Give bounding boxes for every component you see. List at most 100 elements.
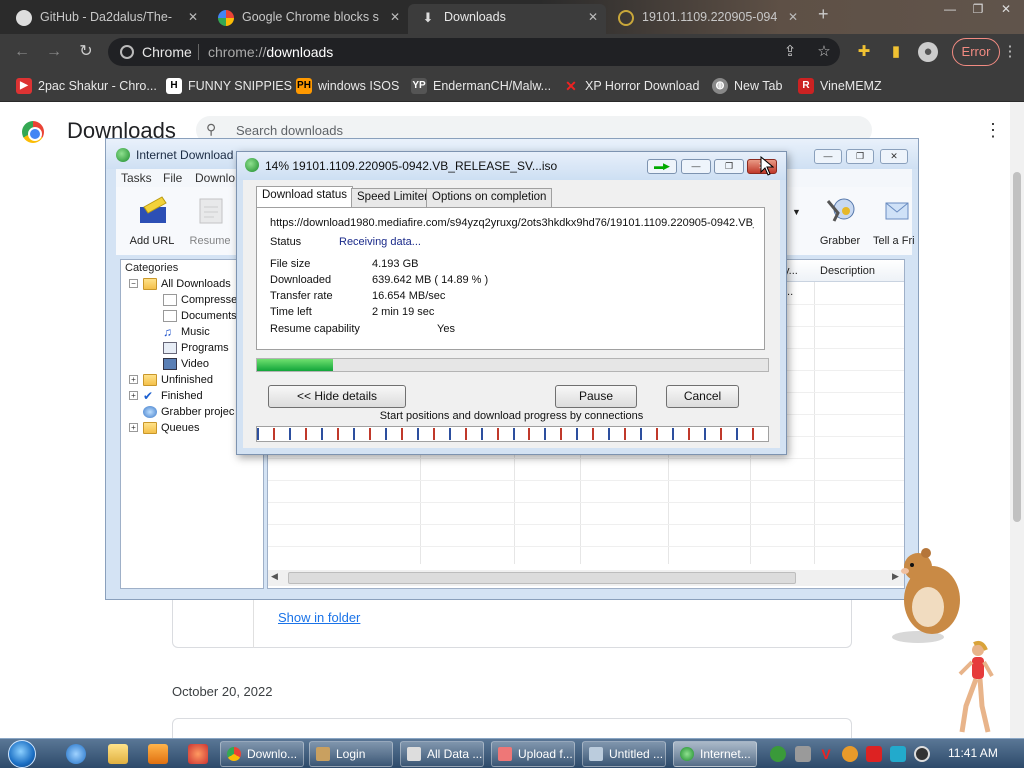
hide-details-button[interactable]: << Hide details: [268, 385, 406, 408]
dialog-title-bar[interactable]: 14% 19101.1109.220905-0942.VB_RELEASE_SV…: [237, 152, 786, 180]
tab-options-on-completion[interactable]: Options on completion: [426, 188, 553, 207]
volume-tray-icon[interactable]: [914, 746, 930, 762]
profile-error-button[interactable]: Error: [952, 38, 1000, 66]
extensions-icon[interactable]: ✚: [854, 42, 874, 62]
app-icon[interactable]: [188, 744, 208, 764]
taskbar-all-data[interactable]: All Data ...: [400, 741, 484, 767]
category-programs[interactable]: Programs: [163, 340, 229, 356]
bookmark-star-icon[interactable]: ☆: [814, 42, 834, 62]
idm-tray-icon[interactable]: [770, 746, 786, 762]
network-tray-icon[interactable]: [795, 746, 811, 762]
category-documents[interactable]: Documents: [163, 308, 237, 324]
maximize-button[interactable]: ❐: [714, 159, 744, 174]
grabber-button[interactable]: Grabber: [808, 191, 872, 251]
category-grabber-projects[interactable]: Grabber projec: [143, 404, 234, 420]
close-window-button[interactable]: ✕: [992, 0, 1020, 20]
new-tab-button[interactable]: +: [818, 4, 829, 25]
back-arrow-icon[interactable]: ←: [12, 42, 32, 62]
scrollbar-thumb[interactable]: [1013, 172, 1021, 522]
menu-file[interactable]: File: [163, 171, 182, 185]
search-icon: ⚲: [206, 121, 217, 137]
show-in-folder-link[interactable]: Show in folder: [278, 610, 360, 625]
column-header-description[interactable]: Description: [820, 265, 875, 277]
display-tray-icon[interactable]: [890, 746, 906, 762]
bookmark-vinememz[interactable]: R VineMEMZ: [798, 76, 882, 96]
category-video[interactable]: Video: [163, 356, 209, 372]
bookmark-2pac[interactable]: ▶ 2pac Shakur - Chro...: [16, 76, 157, 96]
taskbar-upload[interactable]: Upload f...: [491, 741, 575, 767]
tab-speed-limiter[interactable]: Speed Limiter: [351, 188, 434, 207]
close-icon[interactable]: ✕: [390, 4, 400, 30]
page-scrollbar[interactable]: [1010, 102, 1024, 738]
tell-a-friend-button[interactable]: Tell a Fri: [868, 191, 918, 251]
more-options-icon[interactable]: ⋮: [984, 120, 1002, 141]
reload-icon[interactable]: ↻: [76, 42, 96, 62]
internet-explorer-icon[interactable]: [66, 744, 86, 764]
expand-icon[interactable]: +: [129, 423, 138, 432]
maximize-button[interactable]: ❐: [846, 149, 874, 164]
taskbar-chrome-downloads[interactable]: Downlo...: [220, 741, 304, 767]
search-tray-icon[interactable]: [842, 746, 858, 762]
category-finished[interactable]: + ✔ Finished: [129, 388, 203, 404]
add-url-button[interactable]: Add URL: [120, 191, 184, 251]
scrollbar-thumb[interactable]: [288, 572, 796, 584]
bookmark-windows-isos[interactable]: PH windows ISOS: [296, 76, 399, 96]
cancel-button[interactable]: Cancel: [666, 385, 739, 408]
category-queues[interactable]: + Queues: [129, 420, 200, 436]
downloaded-value: 639.642 MB ( 14.89 % ): [372, 274, 489, 286]
taskbar-untitled[interactable]: Untitled ...: [582, 741, 666, 767]
tool-label: Resume: [189, 235, 231, 247]
profile-avatar-icon[interactable]: ●: [918, 42, 938, 62]
close-icon[interactable]: ✕: [188, 4, 198, 30]
tab-download-status[interactable]: Download status: [256, 186, 354, 208]
maximize-button[interactable]: ❐: [964, 0, 992, 20]
horizontal-scrollbar[interactable]: ◀ ▶: [268, 570, 904, 586]
expand-icon[interactable]: +: [129, 391, 138, 400]
menu-tasks[interactable]: Tasks: [121, 171, 152, 185]
taskbar-login[interactable]: Login: [309, 741, 393, 767]
forward-arrow-icon[interactable]: →: [44, 42, 64, 62]
category-music[interactable]: ♫ Music: [163, 324, 210, 340]
bookmark-endermanch[interactable]: YP EndermanCH/Malw...: [411, 76, 551, 96]
category-unfinished[interactable]: + Unfinished: [129, 372, 213, 388]
tab-google[interactable]: Google Chrome blocks s ✕: [206, 4, 408, 34]
explorer-folder-icon[interactable]: [108, 744, 128, 764]
runner-mascot-image: [958, 640, 994, 733]
side-panel-icon[interactable]: ▮: [886, 42, 906, 62]
category-compressed[interactable]: Compresse: [163, 292, 237, 308]
tab-downloads[interactable]: ⬇ Downloads ✕: [408, 4, 606, 34]
scroll-left-icon[interactable]: ◀: [271, 571, 278, 582]
document-icon: [163, 310, 177, 322]
minimize-button[interactable]: —: [681, 159, 711, 174]
minimize-button[interactable]: —: [936, 0, 964, 20]
resume-button[interactable]: Resume: [178, 191, 242, 251]
bookmark-new-tab[interactable]: ◍ New Tab: [712, 76, 782, 96]
grid-row-line: [268, 524, 904, 525]
chrome-menu-icon[interactable]: ⋮: [1000, 42, 1020, 62]
tool-label: Add URL: [129, 235, 175, 247]
tab-iso-download[interactable]: 19101.1109.220905-094 ✕: [606, 4, 806, 34]
grid-row-line: [268, 480, 904, 481]
tab-github[interactable]: GitHub - Da2dalus/The- ✕: [4, 4, 206, 34]
minimize-button[interactable]: —: [814, 149, 842, 164]
menu-downloads[interactable]: Downlo: [195, 171, 235, 185]
close-window-button[interactable]: ✕: [880, 149, 908, 164]
taskbar-internet-download-manager[interactable]: Internet...: [673, 741, 757, 767]
share-icon[interactable]: ⇪: [780, 42, 800, 62]
collapse-icon[interactable]: −: [129, 279, 138, 288]
close-icon[interactable]: ✕: [788, 4, 798, 30]
bookmark-xp-horror[interactable]: ✕ XP Horror Download: [563, 76, 699, 96]
bookmark-funny-snippies[interactable]: H FUNNY SNIPPIES: [166, 76, 292, 96]
pause-button[interactable]: Pause: [555, 385, 637, 408]
flag-tray-icon[interactable]: [866, 746, 882, 762]
address-bar[interactable]: Chrome chrome://downloads: [108, 38, 840, 66]
restore-arrow-button[interactable]: ▬▶: [647, 159, 677, 174]
expand-icon[interactable]: +: [129, 375, 138, 384]
category-all-downloads[interactable]: − All Downloads: [129, 276, 231, 292]
close-icon[interactable]: ✕: [588, 4, 598, 30]
card-divider: [253, 600, 254, 648]
toolbar-dropdown-icon[interactable]: ▼: [792, 207, 801, 217]
start-button[interactable]: [8, 740, 36, 768]
media-player-icon[interactable]: [148, 744, 168, 764]
antivirus-tray-icon[interactable]: V: [818, 746, 834, 762]
